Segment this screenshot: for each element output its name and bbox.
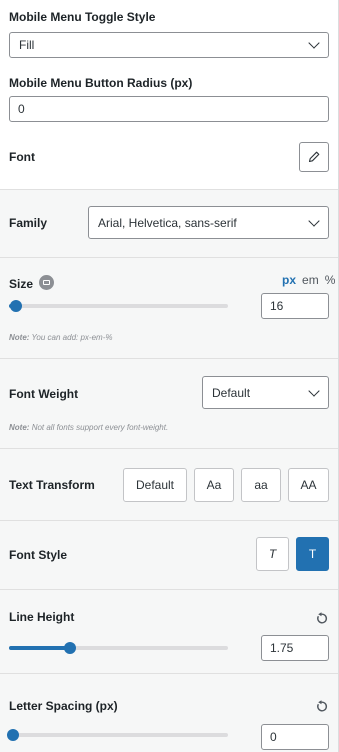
button-radius-label: Mobile Menu Button Radius (px) <box>9 76 193 90</box>
line-height-input[interactable]: 1.75 <box>261 635 329 661</box>
reset-icon[interactable] <box>315 612 328 625</box>
toggle-style-value: Fill <box>19 38 35 52</box>
pencil-icon <box>308 151 320 163</box>
responsive-icon[interactable] <box>39 275 54 290</box>
edit-font-button[interactable] <box>299 142 329 172</box>
font-label: Font <box>9 150 35 164</box>
monitor-icon <box>43 280 50 285</box>
size-label: Size <box>9 277 34 291</box>
text-transform-label: Text Transform <box>9 478 95 492</box>
family-label: Family <box>9 216 48 230</box>
transform-default-button[interactable]: Default <box>123 468 187 502</box>
line-height-slider-thumb[interactable] <box>64 642 77 654</box>
size-slider-thumb[interactable] <box>9 300 22 312</box>
font-style-label: Font Style <box>9 548 68 562</box>
unit-em[interactable]: em <box>302 273 319 287</box>
family-value: Arial, Helvetica, sans-serif <box>98 215 237 230</box>
unit-percent[interactable]: % <box>325 273 336 287</box>
size-unit-switcher: px em % <box>282 273 335 287</box>
font-weight-label: Font Weight <box>9 387 79 401</box>
chevron-down-icon <box>308 37 320 49</box>
italic-style-button[interactable]: T <box>256 537 289 571</box>
text-transform-section: Text Transform Default Aa aa AA <box>0 448 338 520</box>
font-weight-select[interactable]: Default <box>202 376 329 409</box>
toggle-style-select[interactable]: Fill <box>9 32 329 58</box>
font-weight-value: Default <box>212 385 251 400</box>
unit-px[interactable]: px <box>282 273 296 287</box>
font-weight-note: Note: Not all fonts support every font-w… <box>9 423 169 432</box>
size-section: Size px em % 16 Note: You can add: px-em… <box>0 257 338 358</box>
size-input[interactable]: 16 <box>261 293 329 319</box>
letter-spacing-slider-track[interactable] <box>9 733 228 737</box>
family-section: Family Arial, Helvetica, sans-serif <box>0 189 338 257</box>
family-select[interactable]: Arial, Helvetica, sans-serif <box>88 206 329 239</box>
transform-lowercase-button[interactable]: aa <box>241 468 281 502</box>
chevron-down-icon <box>308 384 320 397</box>
size-note: Note: You can add: px-em-% <box>9 333 113 342</box>
size-slider-track[interactable] <box>9 304 228 308</box>
letter-spacing-section: Letter Spacing (px) 0 <box>0 673 338 752</box>
line-height-slider-fill <box>9 646 71 650</box>
line-height-section: Line Height 1.75 <box>0 589 338 673</box>
transform-capitalize-button[interactable]: Aa <box>194 468 234 502</box>
line-height-slider-track[interactable] <box>9 646 228 650</box>
toggle-style-label: Mobile Menu Toggle Style <box>9 10 156 24</box>
button-radius-input[interactable]: 0 <box>9 96 329 122</box>
font-weight-section: Font Weight Default Note: Not all fonts … <box>0 358 338 448</box>
normal-style-button[interactable]: T <box>296 537 329 571</box>
typography-settings-panel: Mobile Menu Toggle Style Fill Mobile Men… <box>0 0 339 752</box>
transform-uppercase-button[interactable]: AA <box>288 468 329 502</box>
line-height-label: Line Height <box>9 610 75 624</box>
chevron-down-icon <box>308 214 320 227</box>
font-style-section: Font Style T T <box>0 520 338 589</box>
letter-spacing-input[interactable]: 0 <box>261 724 329 750</box>
reset-icon[interactable] <box>315 700 328 713</box>
letter-spacing-label: Letter Spacing (px) <box>9 699 118 713</box>
letter-spacing-slider-thumb[interactable] <box>7 729 19 741</box>
